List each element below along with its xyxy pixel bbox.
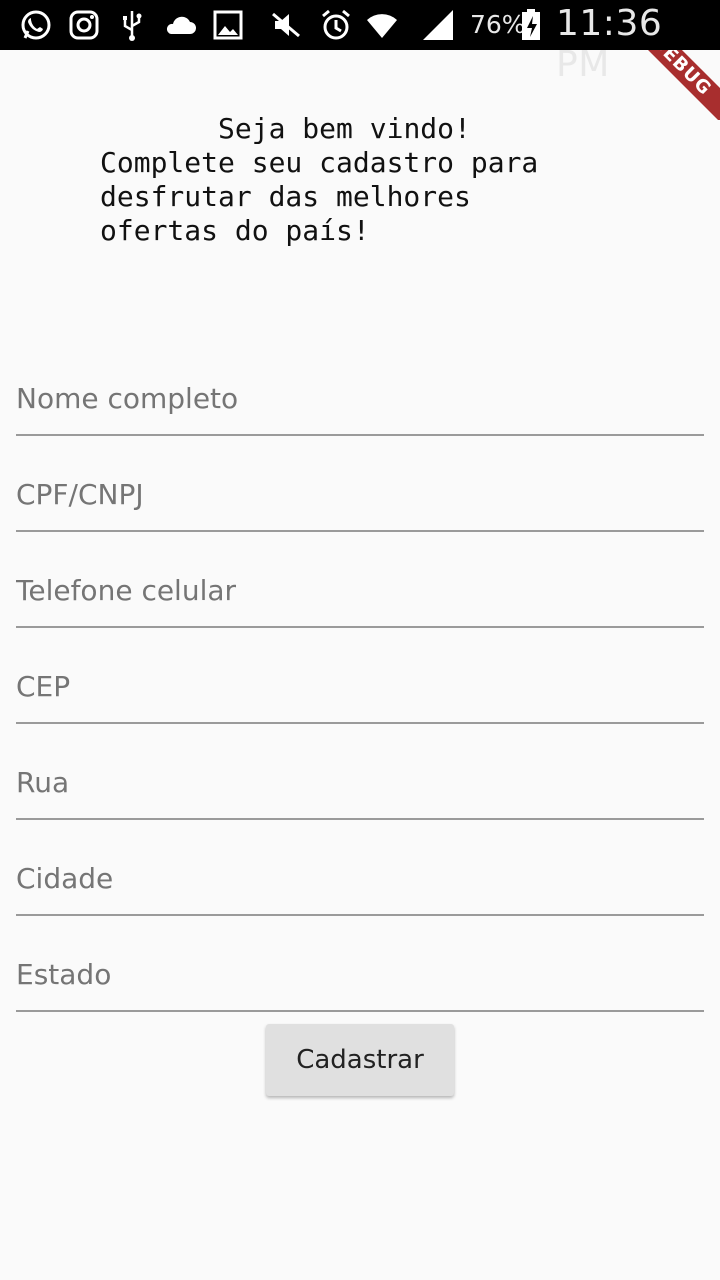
full-name-field[interactable] <box>16 340 704 436</box>
full-name-input[interactable] <box>16 374 704 422</box>
gallery-icon <box>210 7 246 43</box>
phone-input[interactable] <box>16 566 704 614</box>
city-input[interactable] <box>16 854 704 902</box>
signal-icon <box>420 7 456 43</box>
status-bar: 76% 11:36 PM <box>0 0 720 85</box>
alarm-icon <box>318 7 354 43</box>
welcome-message: Seja bem vindo! Complete seu cadastro pa… <box>100 112 539 247</box>
wifi-icon <box>364 7 400 43</box>
battery-charging-icon <box>518 7 544 43</box>
street-field[interactable] <box>16 724 704 820</box>
mute-icon <box>268 7 304 43</box>
cep-input[interactable] <box>16 662 704 710</box>
street-input[interactable] <box>16 758 704 806</box>
state-field[interactable] <box>16 916 704 1012</box>
cep-field[interactable] <box>16 628 704 724</box>
cpf-cnpj-field[interactable] <box>16 436 704 532</box>
cpf-cnpj-input[interactable] <box>16 470 704 518</box>
state-input[interactable] <box>16 950 704 998</box>
debug-banner-label: DEBUG <box>619 50 720 120</box>
whatsapp-icon <box>18 7 54 43</box>
city-field[interactable] <box>16 820 704 916</box>
debug-banner: DEBUG <box>610 50 720 120</box>
cloud-icon <box>162 7 198 43</box>
instagram-icon <box>66 7 102 43</box>
usb-icon <box>114 7 150 43</box>
phone-field[interactable] <box>16 532 704 628</box>
register-button[interactable]: Cadastrar <box>266 1024 454 1096</box>
